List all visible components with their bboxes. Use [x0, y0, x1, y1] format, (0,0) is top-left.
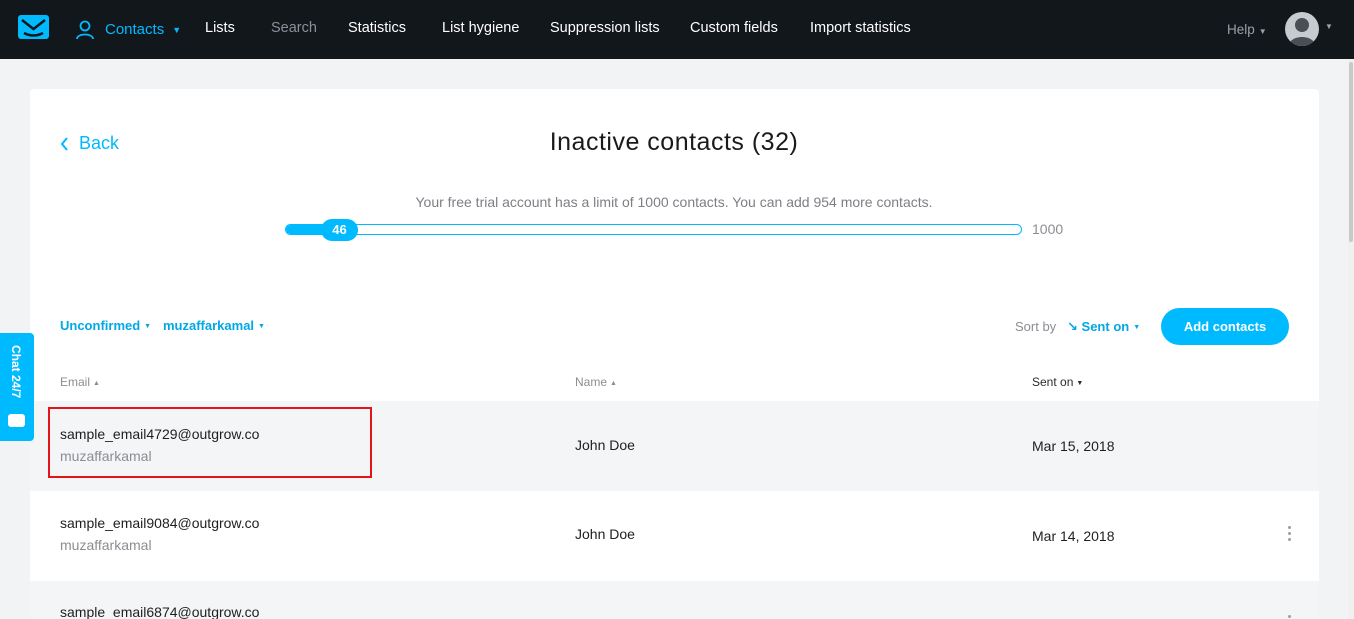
row-actions-menu-icon[interactable] — [1285, 615, 1293, 618]
contact-name: John Doe — [575, 526, 635, 542]
add-contacts-button[interactable]: Add contacts — [1161, 308, 1289, 345]
help-label: Help — [1227, 22, 1255, 37]
nav-lists[interactable]: Lists — [205, 0, 235, 59]
column-header-sent-on[interactable]: Sent on ▼ — [1032, 375, 1083, 389]
column-header-sent-on-label: Sent on — [1032, 375, 1074, 389]
avatar[interactable] — [1285, 12, 1319, 46]
column-header-email-label: Email — [60, 375, 91, 389]
chat-bubble-icon — [8, 414, 25, 427]
page-title: Inactive contacts (32) — [549, 128, 799, 156]
chevron-down-icon: ▼ — [1133, 324, 1141, 331]
nav-contacts-menu[interactable]: Contacts ▼ — [75, 0, 181, 59]
chevron-down-icon: ▼ — [258, 323, 265, 330]
usage-current-value: 46 — [321, 219, 358, 241]
chevron-down-icon[interactable]: ▼ — [1325, 22, 1333, 31]
nav-import-statistics[interactable]: Import statistics — [810, 0, 911, 59]
list-filter-dropdown[interactable]: muzaffarkamal ▼ — [163, 318, 265, 333]
contact-sent-on: Mar 14, 2018 — [1032, 528, 1115, 544]
contact-sent-on: Mar 15, 2018 — [1032, 438, 1115, 454]
sort-by-label: Sort by — [1015, 319, 1057, 334]
nav-suppression-lists[interactable]: Suppression lists — [550, 0, 660, 59]
sort-value-label: Sent on — [1081, 319, 1130, 334]
chat-label: Chat 24/7 — [9, 345, 23, 399]
sort-dropdown[interactable]: ↘ Sent on ▼ — [1067, 319, 1140, 335]
help-menu[interactable]: Help ▼ — [1227, 0, 1267, 59]
contact-email[interactable]: sample_email9084@outgrow.co — [60, 515, 259, 531]
highlight-box — [48, 407, 372, 478]
trial-notice: Your free trial account has a limit of 1… — [415, 194, 933, 210]
nav-search[interactable]: Search — [271, 0, 317, 59]
contact-name: John Doe — [575, 437, 635, 453]
sort-direction-icon: ↘ — [1067, 319, 1078, 334]
status-filter-dropdown[interactable]: Unconfirmed ▼ — [60, 318, 151, 333]
top-navigation: Contacts ▼ Lists Search Statistics List … — [0, 0, 1354, 59]
column-header-name[interactable]: Name ▲ — [575, 375, 617, 389]
table-row[interactable]: sample_email9084@outgrow.co muzaffarkama… — [30, 491, 1319, 581]
nav-custom-fields[interactable]: Custom fields — [690, 0, 778, 59]
row-actions-menu-icon[interactable] — [1285, 526, 1293, 541]
chevron-down-icon: ▼ — [1258, 27, 1267, 36]
list-filter-label: muzaffarkamal — [163, 318, 255, 333]
chevron-down-icon: ▼ — [144, 323, 152, 330]
status-filter-label: Unconfirmed — [60, 318, 141, 333]
contact-email[interactable]: sample_email6874@outgrow.co — [60, 604, 259, 619]
sort-up-icon: ▲ — [610, 380, 617, 387]
sort-down-icon: ▼ — [1076, 380, 1084, 387]
table-row[interactable]: sample_email6874@outgrow.co — [30, 581, 1319, 619]
logo-icon[interactable] — [18, 15, 49, 39]
user-avatar-icon — [1289, 18, 1315, 46]
sort-up-icon: ▲ — [93, 380, 100, 387]
nav-contacts-label: Contacts — [105, 21, 165, 38]
nav-list-hygiene[interactable]: List hygiene — [442, 0, 519, 59]
usage-max-value: 1000 — [1032, 221, 1064, 237]
chevron-down-icon: ▼ — [172, 24, 182, 35]
chat-tab[interactable]: Chat 24/7 — [0, 333, 34, 441]
user-icon — [76, 20, 94, 39]
nav-statistics[interactable]: Statistics — [348, 0, 406, 59]
column-header-name-label: Name — [575, 375, 608, 389]
scrollbar-thumb[interactable] — [1349, 62, 1353, 242]
column-header-email[interactable]: Email ▲ — [60, 375, 100, 389]
contacts-usage-bar — [285, 224, 1022, 235]
contact-list: muzaffarkamal — [60, 537, 152, 553]
